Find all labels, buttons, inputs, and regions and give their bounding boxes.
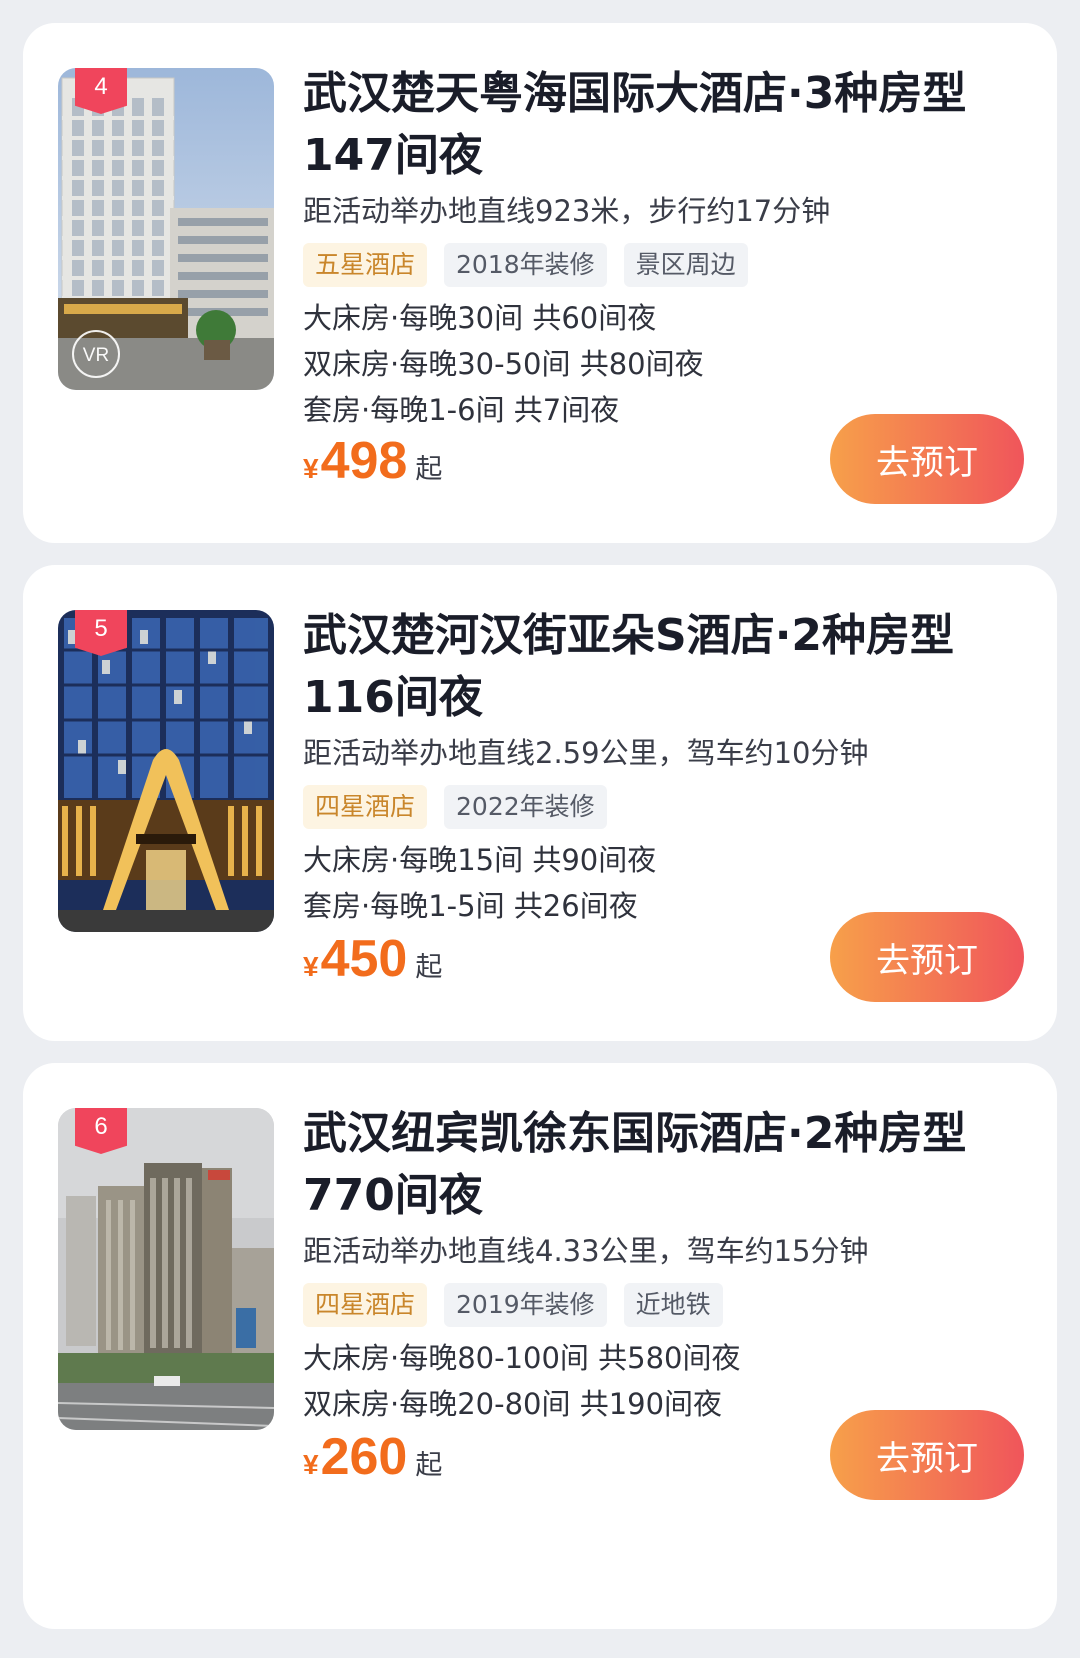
hotel-distance: 距活动举办地直线4.33公里，驾车约15分钟: [303, 1234, 869, 1268]
room-line: 大床房·每晚30间 共60间夜: [303, 301, 657, 335]
price-row: ¥ 260 起: [303, 1427, 442, 1487]
hotel-list: 4 VR 武汉楚天粤海国际大酒店·3种房型147间夜 距活动举办地直线923米，…: [0, 0, 1080, 1658]
price-row: ¥ 450 起: [303, 929, 442, 989]
hotel-card[interactable]: 5 武汉楚河汉街亚朵S酒店·2种房型116间夜 距活动举办地直线2.59公里，驾…: [23, 565, 1057, 1041]
room-list: 大床房·每晚30间 共60间夜 双床房·每晚30-50间 共80间夜 套房·每晚…: [303, 295, 1033, 433]
hotel-card[interactable]: 4 VR 武汉楚天粤海国际大酒店·3种房型147间夜 距活动举办地直线923米，…: [23, 23, 1057, 543]
hotel-photo[interactable]: 4 VR: [58, 68, 274, 390]
hotel-distance: 距活动举办地直线923米，步行约17分钟: [303, 194, 831, 228]
price-suffix: 起: [415, 952, 443, 983]
star-rating-tag: 四星酒店: [303, 785, 428, 829]
hotel-info: 武汉纽宾凯徐东国际酒店·2种房型770间夜 距活动举办地直线4.33公里，驾车约…: [303, 1103, 1033, 1427]
feature-tag: 近地铁: [623, 1283, 723, 1327]
hotel-tags: 四星酒店 2022年装修: [303, 785, 1033, 829]
price-row: ¥ 498 起: [303, 431, 442, 491]
hotel-building-image: [58, 1108, 274, 1430]
hotel-building-image: [58, 610, 274, 932]
price-suffix: 起: [415, 454, 443, 485]
renovation-tag: 2019年装修: [444, 1283, 607, 1327]
hotel-tags: 四星酒店 2019年装修 近地铁: [303, 1283, 1033, 1327]
hotel-card[interactable]: 6 武汉纽宾凯徐东国际酒店·2种房型770间夜 距活动举办地直线4.33公里，驾…: [23, 1063, 1057, 1629]
renovation-tag: 2018年装修: [444, 243, 607, 287]
hotel-distance: 距活动举办地直线2.59公里，驾车约10分钟: [303, 736, 869, 770]
room-line: 大床房·每晚80-100间 共580间夜: [303, 1341, 741, 1375]
book-button[interactable]: 去预订: [830, 414, 1024, 504]
currency-symbol: ¥: [303, 1449, 319, 1480]
hotel-title[interactable]: 武汉纽宾凯徐东国际酒店·2种房型770间夜: [303, 1103, 1033, 1227]
currency-symbol: ¥: [303, 951, 319, 982]
star-rating-tag: 四星酒店: [303, 1283, 428, 1327]
price-amount: 498: [320, 432, 408, 490]
price-amount: 450: [320, 930, 408, 988]
hotel-tags: 五星酒店 2018年装修 景区周边: [303, 243, 1033, 287]
hotel-title[interactable]: 武汉楚天粤海国际大酒店·3种房型147间夜: [303, 63, 1033, 187]
hotel-info: 武汉楚天粤海国际大酒店·3种房型147间夜 距活动举办地直线923米，步行约17…: [303, 63, 1033, 433]
feature-tag: 景区周边: [623, 243, 748, 287]
vr-circle-icon[interactable]: VR: [72, 330, 120, 378]
book-button[interactable]: 去预订: [830, 912, 1024, 1002]
rank-badge: 6: [75, 1108, 127, 1154]
hotel-photo[interactable]: 5: [58, 610, 274, 932]
room-line: 大床房·每晚15间 共90间夜: [303, 843, 657, 877]
currency-symbol: ¥: [303, 453, 319, 484]
room-line: 双床房·每晚30-50间 共80间夜: [303, 347, 704, 381]
hotel-info: 武汉楚河汉街亚朵S酒店·2种房型116间夜 距活动举办地直线2.59公里，驾车约…: [303, 605, 1033, 929]
price-suffix: 起: [415, 1450, 443, 1481]
rank-badge: 5: [75, 610, 127, 656]
price-amount: 260: [320, 1428, 408, 1486]
renovation-tag: 2022年装修: [444, 785, 607, 829]
rank-badge: 4: [75, 68, 127, 114]
book-button[interactable]: 去预订: [830, 1410, 1024, 1500]
hotel-title[interactable]: 武汉楚河汉街亚朵S酒店·2种房型116间夜: [303, 605, 1033, 729]
hotel-photo[interactable]: 6: [58, 1108, 274, 1430]
star-rating-tag: 五星酒店: [303, 243, 428, 287]
